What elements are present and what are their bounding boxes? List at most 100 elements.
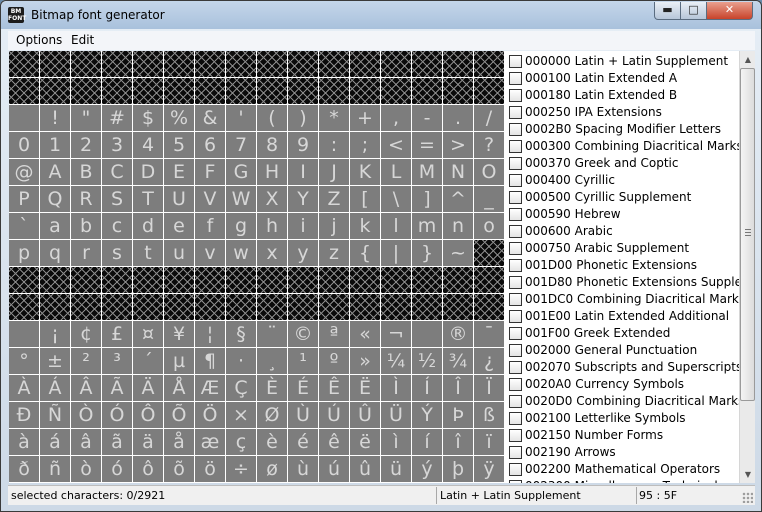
char-cell[interactable]: Î <box>443 375 473 401</box>
char-cell-unavailable[interactable] <box>319 267 349 293</box>
char-cell[interactable]: u <box>164 240 194 266</box>
char-cell[interactable]: c <box>102 213 132 239</box>
char-cell[interactable]: d <box>133 213 163 239</box>
char-cell[interactable]: µ <box>164 348 194 374</box>
char-cell-unavailable[interactable] <box>412 294 442 320</box>
char-cell[interactable]: Ø <box>257 402 287 428</box>
char-cell[interactable]: ð <box>9 456 39 482</box>
char-cell[interactable]: § <box>226 321 256 347</box>
char-cell[interactable]: ï <box>474 429 504 455</box>
char-cell-unavailable[interactable] <box>164 78 194 104</box>
char-cell[interactable]: Â <box>71 375 101 401</box>
block-list-item[interactable]: 000750 Arabic Supplement <box>506 240 739 257</box>
char-cell[interactable]: F <box>195 159 225 185</box>
char-cell[interactable]: / <box>474 105 504 131</box>
char-cell[interactable]: Þ <box>443 402 473 428</box>
block-checkbox[interactable] <box>509 480 522 483</box>
char-cell-unavailable[interactable] <box>102 294 132 320</box>
char-cell[interactable]: À <box>9 375 39 401</box>
char-cell[interactable]: ^ <box>443 186 473 212</box>
char-cell[interactable]: é <box>288 429 318 455</box>
char-cell-unavailable[interactable] <box>412 51 442 77</box>
char-cell[interactable] <box>9 105 39 131</box>
char-cell[interactable]: N <box>443 159 473 185</box>
block-checkbox[interactable] <box>509 327 522 340</box>
char-cell-unavailable[interactable] <box>288 267 318 293</box>
char-cell[interactable]: Å <box>164 375 194 401</box>
char-cell[interactable]: B <box>71 159 101 185</box>
char-cell[interactable]: , <box>381 105 411 131</box>
block-list-item[interactable]: 001F00 Greek Extended <box>506 325 739 342</box>
char-cell[interactable]: ë <box>350 429 380 455</box>
char-cell[interactable]: k <box>350 213 380 239</box>
char-cell[interactable]: ' <box>226 105 256 131</box>
char-cell[interactable]: æ <box>195 429 225 455</box>
char-cell[interactable]: ½ <box>412 348 442 374</box>
char-cell[interactable]: p <box>9 240 39 266</box>
char-cell[interactable]: g <box>226 213 256 239</box>
char-cell-unavailable[interactable] <box>257 267 287 293</box>
block-checkbox[interactable] <box>509 208 522 221</box>
char-cell[interactable]: û <box>350 456 380 482</box>
block-list-item[interactable]: 000400 Cyrillic <box>506 172 739 189</box>
char-cell[interactable]: ¡ <box>40 321 70 347</box>
block-checkbox[interactable] <box>509 225 522 238</box>
char-cell[interactable]: ì <box>381 429 411 455</box>
char-cell-unavailable[interactable] <box>257 78 287 104</box>
block-checkbox[interactable] <box>509 378 522 391</box>
char-cell[interactable]: s <box>102 240 132 266</box>
char-cell[interactable]: y <box>288 240 318 266</box>
char-cell-unavailable[interactable] <box>40 51 70 77</box>
char-cell-unavailable[interactable] <box>474 51 504 77</box>
char-cell[interactable]: A <box>40 159 70 185</box>
char-cell[interactable]: C <box>102 159 132 185</box>
menu-options[interactable]: Options <box>16 33 62 47</box>
char-cell[interactable]: : <box>319 132 349 158</box>
char-cell[interactable]: ý <box>412 456 442 482</box>
char-cell[interactable]: ñ <box>40 456 70 482</box>
char-cell[interactable]: $ <box>133 105 163 131</box>
char-cell-unavailable[interactable] <box>133 294 163 320</box>
char-cell[interactable]: o <box>474 213 504 239</box>
char-cell[interactable]: a <box>40 213 70 239</box>
char-cell[interactable]: ¶ <box>195 348 225 374</box>
char-cell-unavailable[interactable] <box>226 267 256 293</box>
char-cell[interactable]: ¸ <box>257 348 287 374</box>
char-cell[interactable]: Ü <box>381 402 411 428</box>
char-cell-unavailable[interactable] <box>133 51 163 77</box>
block-list-item[interactable]: 000100 Latin Extended A <box>506 70 739 87</box>
char-cell[interactable]: } <box>412 240 442 266</box>
char-cell[interactable]: ç <box>226 429 256 455</box>
char-cell-unavailable[interactable] <box>9 78 39 104</box>
char-cell[interactable]: b <box>71 213 101 239</box>
block-checkbox[interactable] <box>509 361 522 374</box>
char-cell[interactable]: Õ <box>164 402 194 428</box>
char-cell[interactable]: ø <box>257 456 287 482</box>
block-list-item[interactable]: 001D00 Phonetic Extensions <box>506 257 739 274</box>
char-cell[interactable]: « <box>350 321 380 347</box>
char-cell[interactable]: ô <box>133 456 163 482</box>
char-cell-unavailable[interactable] <box>133 267 163 293</box>
block-checkbox[interactable] <box>509 191 522 204</box>
char-cell-unavailable[interactable] <box>288 78 318 104</box>
char-cell-unavailable[interactable] <box>319 51 349 77</box>
char-cell[interactable]: ² <box>71 348 101 374</box>
block-list-item[interactable]: 000500 Cyrillic Supplement <box>506 189 739 206</box>
block-list-item[interactable]: 000370 Greek and Coptic <box>506 155 739 172</box>
char-cell[interactable]: ° <box>9 348 39 374</box>
char-cell[interactable]: S <box>102 186 132 212</box>
char-cell[interactable]: Ä <box>133 375 163 401</box>
close-button[interactable]: ✕ <box>706 2 753 20</box>
char-cell[interactable]: & <box>195 105 225 131</box>
char-cell[interactable]: ] <box>412 186 442 212</box>
char-cell[interactable]: ¹ <box>288 348 318 374</box>
char-cell[interactable]: . <box>443 105 473 131</box>
char-cell-unavailable[interactable] <box>288 294 318 320</box>
char-cell[interactable]: Ë <box>350 375 380 401</box>
char-cell[interactable]: ( <box>257 105 287 131</box>
char-cell-unavailable[interactable] <box>9 294 39 320</box>
char-cell[interactable]: » <box>350 348 380 374</box>
char-cell[interactable]: ¿ <box>474 348 504 374</box>
char-cell-unavailable[interactable] <box>381 51 411 77</box>
scroll-thumb[interactable] <box>740 68 755 401</box>
